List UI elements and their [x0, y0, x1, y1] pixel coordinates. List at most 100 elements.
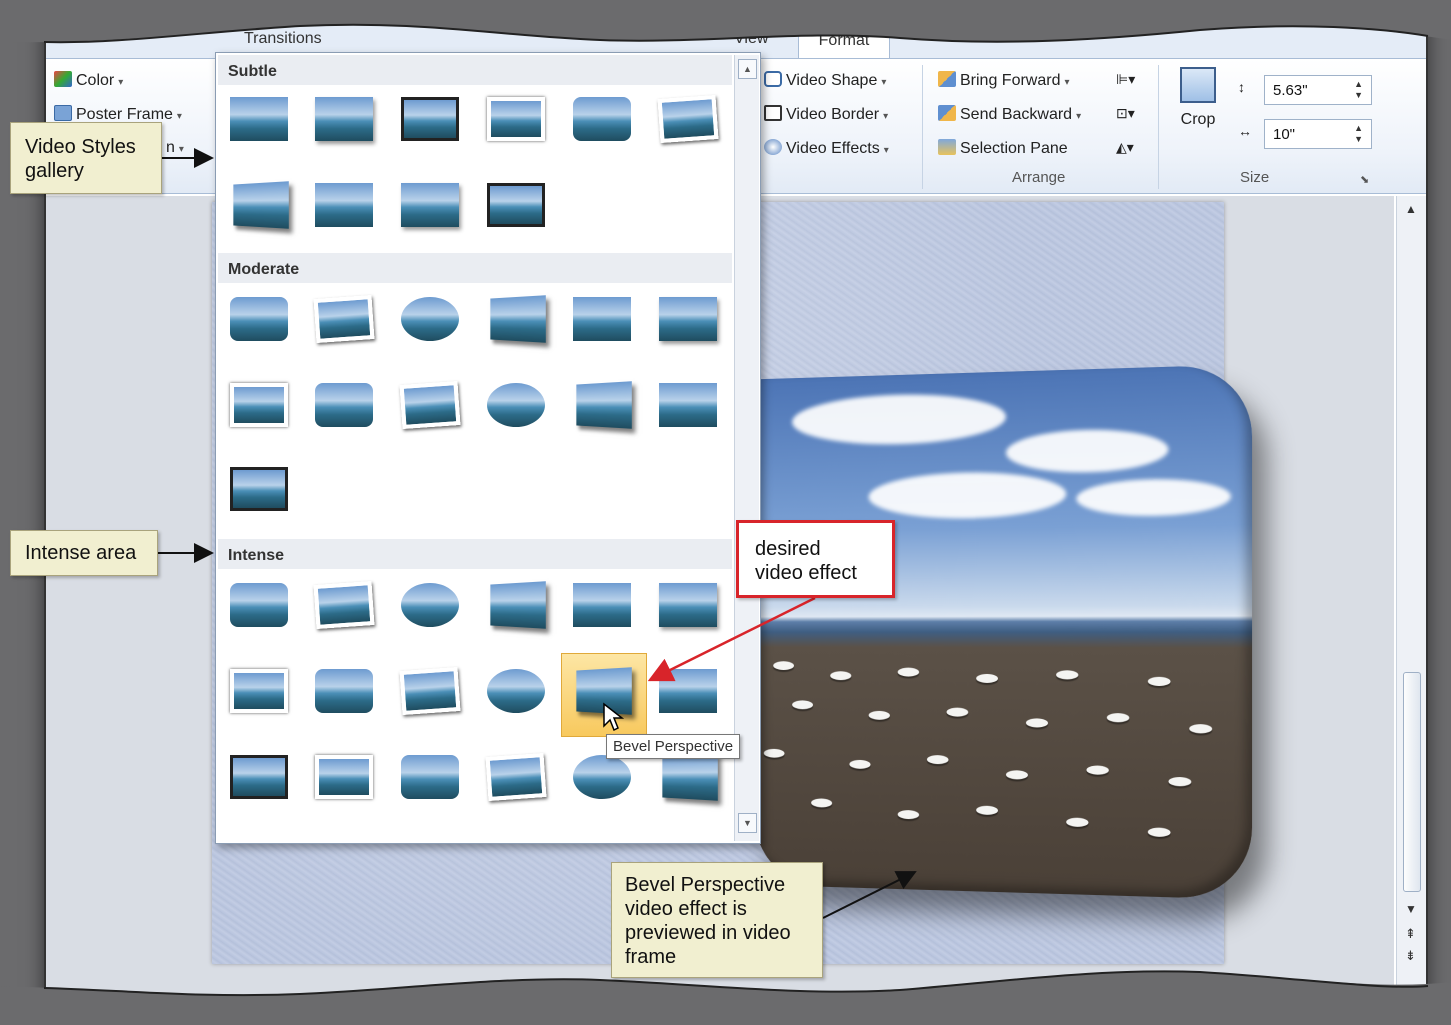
rotate-button[interactable]: ◭▾ — [1116, 139, 1134, 156]
group-button[interactable]: ⊡▾ — [1116, 105, 1135, 122]
video-style-preview-icon — [573, 583, 631, 627]
chevron-down-icon: ▾ — [881, 77, 887, 88]
tab-view[interactable]: View — [734, 30, 768, 48]
align-button[interactable]: ⊫▾ — [1116, 71, 1135, 88]
video-style-moderate-thumbnail[interactable] — [573, 379, 633, 431]
video-style-moderate-thumbnail[interactable] — [573, 293, 633, 345]
selection-pane-button[interactable]: Selection Pane — [938, 139, 1068, 158]
video-style-preview-icon — [230, 755, 288, 799]
video-style-intense-thumbnail[interactable] — [313, 579, 375, 631]
chevron-down-icon: ▾ — [1064, 77, 1070, 88]
selection-pane-icon — [938, 139, 956, 155]
video-style-subtle-thumbnail[interactable] — [657, 93, 719, 145]
shape-width-input[interactable]: 10" ▲ ▼ — [1264, 119, 1372, 149]
video-style-moderate-thumbnail[interactable] — [230, 463, 290, 515]
chevron-down-icon: ▾ — [883, 111, 889, 122]
video-style-intense-thumbnail[interactable] — [230, 751, 290, 803]
video-style-subtle-thumbnail[interactable] — [315, 179, 375, 231]
video-style-subtle-thumbnail[interactable] — [573, 93, 633, 145]
crop-label: Crop — [1180, 111, 1216, 128]
tab-transitions[interactable]: Transitions — [244, 30, 322, 48]
video-style-preview-icon — [233, 181, 289, 229]
bring-forward-button[interactable]: Bring Forward ▾ — [938, 71, 1070, 90]
video-style-subtle-thumbnail[interactable] — [230, 93, 290, 145]
video-style-intense-thumbnail[interactable] — [230, 665, 290, 717]
scroll-up-icon[interactable]: ▲ — [1405, 202, 1417, 216]
gallery-scroll-up-icon[interactable]: ▲ — [738, 59, 757, 79]
color-label: Color — [76, 72, 115, 89]
tab-format[interactable]: Format — [798, 22, 890, 62]
video-style-intense-thumbnail[interactable] — [573, 579, 633, 631]
video-style-intense-thumbnail[interactable] — [399, 665, 461, 717]
video-border-label: Video Border — [786, 106, 880, 123]
video-style-preview-icon — [659, 297, 717, 341]
send-backward-button[interactable]: Send Backward ▾ — [938, 105, 1081, 124]
previous-slide-icon[interactable]: ⇞ — [1405, 926, 1416, 942]
shape-height-input[interactable]: 5.63" ▲ ▼ — [1264, 75, 1372, 105]
video-style-intense-thumbnail[interactable] — [487, 579, 547, 631]
partial-ribbon-button[interactable]: n ▾ — [166, 139, 184, 157]
video-frame-preview[interactable] — [754, 364, 1253, 900]
crop-button[interactable]: Crop — [1174, 67, 1222, 129]
video-style-subtle-thumbnail[interactable] — [315, 93, 375, 145]
video-effects-label: Video Effects — [786, 140, 880, 157]
video-style-subtle-thumbnail[interactable] — [230, 179, 290, 231]
callout-line: previewed in video — [625, 922, 791, 944]
video-style-intense-thumbnail[interactable] — [401, 751, 461, 803]
callout-line: Bevel Perspective — [625, 874, 786, 896]
spinner-arrows-icon[interactable]: ▲ ▼ — [1354, 123, 1363, 145]
callout-intense-area: Intense area — [10, 530, 158, 576]
video-style-subtle-thumbnail[interactable] — [401, 93, 461, 145]
video-border-button[interactable]: Video Border ▾ — [764, 105, 888, 124]
video-style-preview-icon — [315, 97, 373, 141]
color-icon — [54, 71, 72, 87]
video-style-moderate-thumbnail[interactable] — [401, 293, 461, 345]
video-style-subtle-thumbnail[interactable] — [487, 93, 547, 145]
crop-icon — [1180, 67, 1216, 103]
arrange-group-label: Arrange — [1012, 169, 1066, 186]
video-style-intense-thumbnail[interactable] — [230, 579, 290, 631]
poster-frame-icon — [54, 105, 72, 121]
color-button[interactable]: Color ▾ — [54, 71, 123, 90]
video-style-intense-thumbnail[interactable] — [487, 665, 547, 717]
video-style-intense-thumbnail[interactable] — [401, 579, 461, 631]
section-subtle-header: Subtle — [218, 55, 732, 85]
callout-line: video effect is — [625, 898, 747, 920]
video-style-subtle-thumbnail[interactable] — [401, 179, 461, 231]
align-icon: ⊫▾ — [1116, 71, 1136, 87]
video-style-preview-icon — [487, 183, 545, 227]
dialog-launcher-icon[interactable]: ⬊ — [1360, 173, 1369, 186]
video-shape-button[interactable]: Video Shape ▾ — [764, 71, 886, 90]
video-style-moderate-thumbnail[interactable] — [315, 379, 375, 431]
send-backward-label: Send Backward — [960, 106, 1073, 123]
video-style-moderate-thumbnail[interactable] — [230, 379, 290, 431]
selection-pane-label: Selection Pane — [960, 140, 1068, 157]
slide-vertical-scrollbar[interactable]: ▲ ▼ ⇞ ⇟ — [1396, 196, 1426, 1004]
callout-desired-video-effect: desired video effect — [736, 520, 895, 598]
video-style-intense-thumbnail[interactable] — [659, 579, 719, 631]
video-style-moderate-thumbnail[interactable] — [487, 293, 547, 345]
video-style-moderate-thumbnail[interactable] — [313, 293, 375, 345]
video-style-intense-thumbnail[interactable] — [315, 751, 375, 803]
width-icon: ↔ — [1238, 123, 1252, 139]
gallery-scroll-down-icon[interactable]: ▼ — [738, 813, 757, 833]
spinner-arrows-icon[interactable]: ▲ ▼ — [1354, 79, 1363, 101]
video-style-moderate-thumbnail[interactable] — [659, 379, 719, 431]
video-style-moderate-thumbnail[interactable] — [659, 293, 719, 345]
scroll-down-icon[interactable]: ▼ — [1405, 902, 1417, 916]
video-style-preview-icon — [399, 667, 461, 715]
video-style-preview-icon — [315, 183, 373, 227]
video-style-moderate-thumbnail[interactable] — [487, 379, 547, 431]
video-style-preview-icon — [659, 583, 717, 627]
video-style-intense-thumbnail[interactable] — [659, 665, 719, 717]
video-style-moderate-thumbnail[interactable] — [399, 379, 461, 431]
scrollbar-thumb[interactable] — [1403, 672, 1421, 892]
next-slide-icon[interactable]: ⇟ — [1405, 948, 1416, 964]
video-style-subtle-thumbnail[interactable] — [487, 179, 547, 231]
video-style-intense-thumbnail[interactable] — [315, 665, 375, 717]
video-style-intense-thumbnail[interactable] — [485, 751, 547, 803]
gallery-scrollbar[interactable]: ▲ ▼ — [734, 55, 759, 841]
video-style-moderate-thumbnail[interactable] — [230, 293, 290, 345]
video-effects-button[interactable]: Video Effects ▾ — [764, 139, 889, 158]
video-style-preview-icon — [315, 383, 373, 427]
